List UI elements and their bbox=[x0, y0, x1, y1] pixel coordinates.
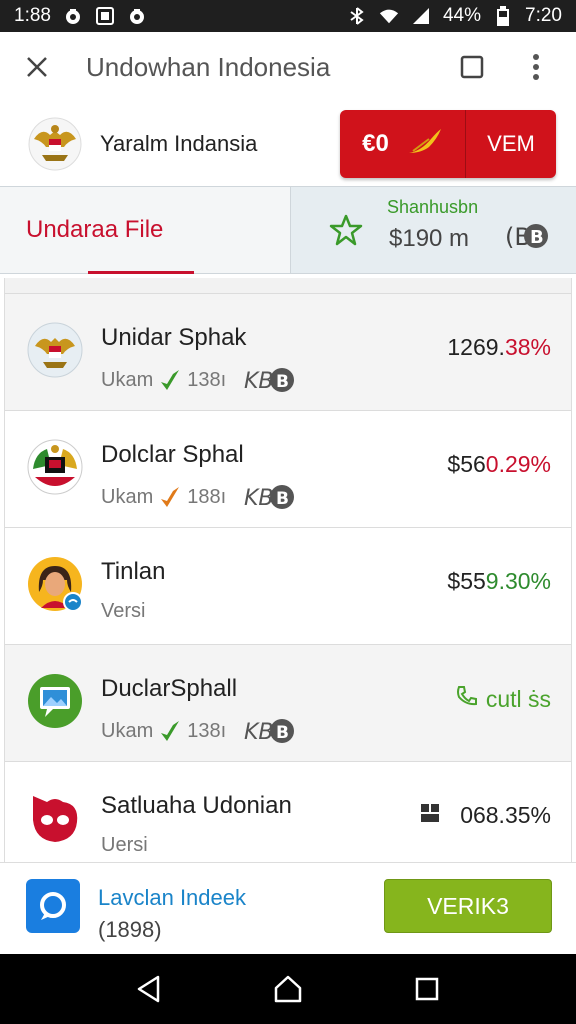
svg-text:KB: KB bbox=[244, 720, 274, 745]
tab-summary[interactable]: Shanhusbn $190 m (B B bbox=[290, 187, 576, 273]
item-sub: Versi bbox=[101, 600, 145, 623]
tab-file[interactable]: Undaraa File bbox=[0, 187, 290, 274]
footer-bar: Lavclan Indeek (1898) VERIK3 bbox=[0, 862, 576, 954]
svg-text:B: B bbox=[276, 723, 289, 743]
svg-text:B: B bbox=[276, 489, 289, 509]
svg-text:B: B bbox=[530, 227, 544, 248]
item-name: Unidar Sphak bbox=[101, 324, 247, 351]
item-sub: Ukam 188ı KB B bbox=[101, 483, 295, 511]
signal-icon bbox=[411, 6, 431, 26]
grid-icon bbox=[420, 802, 440, 829]
check-arrow-icon bbox=[159, 719, 181, 743]
item-name: Tinlan bbox=[101, 558, 166, 585]
garuda-avatar-icon bbox=[27, 322, 83, 378]
item-sub-num: 138ı bbox=[187, 719, 227, 742]
battery-icon bbox=[493, 6, 513, 26]
list-item[interactable]: Unidar Sphak Ukam 138ı KB B 1269.38% bbox=[5, 294, 571, 411]
brand-row: Yaralm Indansia €0 VEM bbox=[0, 102, 576, 186]
garuda-emblem-icon bbox=[28, 117, 82, 171]
status-time-left: 1:88 bbox=[14, 5, 51, 26]
brand-name: Yaralm Indansia bbox=[100, 131, 258, 156]
system-nav-bar bbox=[0, 954, 576, 1024]
list-item[interactable]: Tinlan Versi $559.30% bbox=[5, 528, 571, 645]
check-arrow-icon bbox=[159, 368, 181, 392]
summary-value: $190 m bbox=[389, 225, 470, 252]
item-value: 1269.38% bbox=[447, 334, 551, 360]
star-icon[interactable] bbox=[329, 213, 363, 247]
item-sub-text: Uersi bbox=[101, 834, 148, 856]
gallery-icon bbox=[95, 6, 115, 26]
home-icon[interactable] bbox=[268, 969, 308, 1009]
list-item[interactable]: DuclarSphall Ukam 138ı KB B cutl ṡs bbox=[5, 645, 571, 762]
vem-label: VEM bbox=[487, 131, 535, 156]
footer-title[interactable]: Lavclan Indeek bbox=[98, 885, 246, 911]
kb-badge-icon: KB B bbox=[244, 717, 295, 745]
item-call-link[interactable]: cutl ṡs bbox=[456, 685, 551, 713]
item-sub-text: Ukam bbox=[101, 485, 154, 508]
item-sub-num: 138ı bbox=[187, 368, 227, 391]
chat-search-icon bbox=[26, 879, 80, 933]
app-window: Undowhan Indonesia Yaralm Indansia €0 VE… bbox=[0, 32, 576, 954]
footer-subtitle: (1898) bbox=[98, 917, 162, 942]
tab-active-indicator bbox=[88, 271, 194, 274]
kb-badge-icon: KB B bbox=[244, 483, 295, 511]
person-avatar-icon bbox=[27, 556, 83, 612]
message-image-icon bbox=[27, 673, 83, 729]
list-spacer bbox=[5, 278, 571, 294]
vem-code: €0 bbox=[362, 130, 389, 157]
item-name: Dolclar Sphal bbox=[101, 441, 244, 468]
item-value: $560.29% bbox=[447, 451, 551, 477]
harvest-avatar-icon bbox=[27, 439, 83, 495]
status-time-right: 7:20 bbox=[525, 5, 562, 26]
camera-icon bbox=[127, 6, 147, 26]
svg-text:KB: KB bbox=[244, 369, 274, 394]
wifi-icon bbox=[379, 6, 399, 26]
back-icon[interactable] bbox=[129, 969, 169, 1009]
title-bar: Undowhan Indonesia bbox=[0, 32, 576, 102]
item-value: $559.30% bbox=[447, 568, 551, 594]
item-sub-text: Ukam bbox=[101, 719, 154, 742]
phone-icon bbox=[456, 685, 478, 713]
page-title: Undowhan Indonesia bbox=[86, 51, 331, 82]
coin-icon: (B B bbox=[505, 221, 549, 251]
item-sub: Ukam 138ı KB B bbox=[101, 717, 295, 745]
svg-text:KB: KB bbox=[244, 486, 274, 511]
notification-icon bbox=[63, 6, 83, 26]
mask-avatar-icon bbox=[27, 790, 83, 846]
recents-icon[interactable] bbox=[407, 969, 447, 1009]
verify-button[interactable]: VERIK3 bbox=[384, 879, 552, 933]
close-icon[interactable] bbox=[22, 52, 52, 82]
item-sub: Ukam 138ı KB B bbox=[101, 366, 295, 394]
item-value: 068.35% bbox=[420, 802, 551, 829]
tab-bar: Undaraa File Shanhusbn $190 m (B B bbox=[0, 186, 576, 274]
kb-badge-icon: KB B bbox=[244, 366, 295, 394]
item-sub-text: Ukam bbox=[101, 368, 154, 391]
tab-file-label: Undaraa File bbox=[26, 216, 164, 243]
vem-button[interactable]: €0 VEM bbox=[340, 110, 556, 178]
svg-text:B: B bbox=[276, 372, 289, 392]
square-icon[interactable] bbox=[454, 49, 490, 85]
feather-icon bbox=[407, 127, 443, 162]
item-sub-num: 188ı bbox=[187, 485, 227, 508]
list-item[interactable]: Dolclar Sphal Ukam 188ı KB B $560.29% bbox=[5, 411, 571, 528]
summary-title: Shanhusbn bbox=[387, 197, 479, 217]
item-sub: Uersi bbox=[101, 834, 148, 857]
battery-percent: 44% bbox=[442, 5, 482, 26]
bluetooth-icon bbox=[347, 6, 367, 26]
item-sub-text: Versi bbox=[101, 600, 146, 622]
asset-list: Unidar Sphak Ukam 138ı KB B 1269.38% Dol… bbox=[4, 278, 572, 879]
more-vert-icon[interactable] bbox=[518, 49, 554, 85]
item-name: DuclarSphall bbox=[101, 675, 238, 702]
check-arrow-icon bbox=[159, 485, 181, 509]
status-bar: 1:88 44% 7:20 bbox=[0, 0, 576, 32]
item-name: Satluaha Udonian bbox=[101, 792, 292, 819]
